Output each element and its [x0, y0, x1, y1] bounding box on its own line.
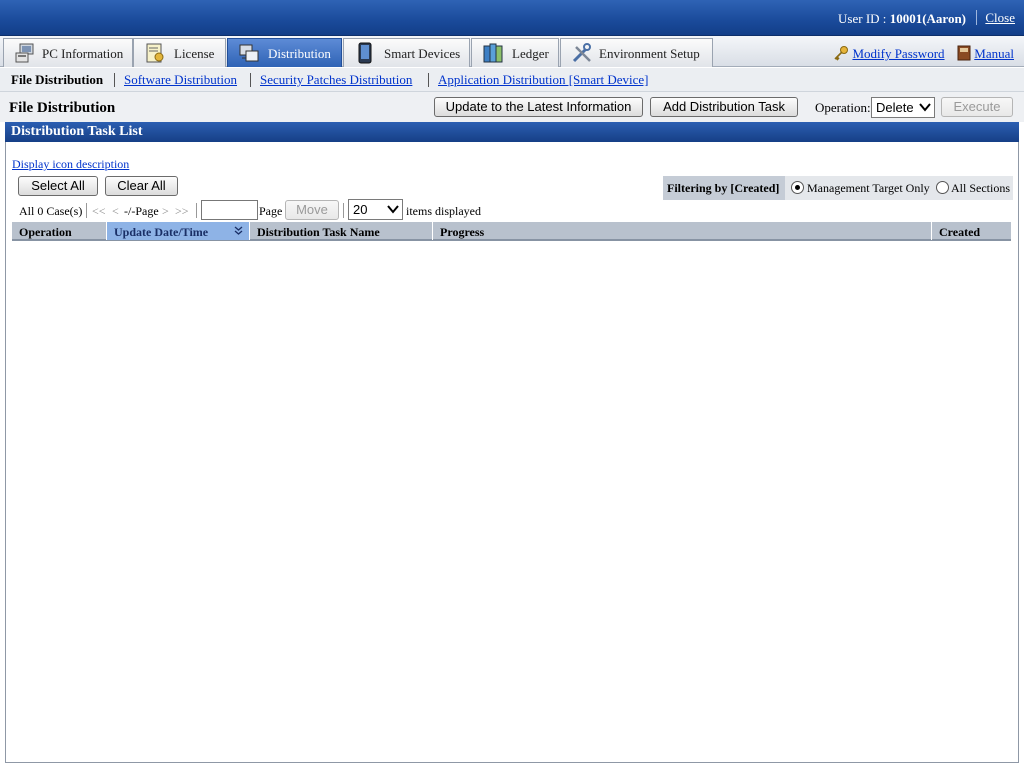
items-displayed-label: items displayed — [406, 204, 481, 218]
add-distribution-task-button[interactable]: Add Distribution Task — [650, 97, 798, 117]
license-icon — [146, 43, 164, 63]
filter-box: Filtering by [Created] Management Target… — [663, 176, 1013, 200]
pager-divider — [343, 203, 344, 218]
tab-label: Smart Devices — [384, 46, 461, 61]
items-per-page-value: 20 — [353, 202, 368, 217]
column-operation: Operation — [12, 222, 107, 240]
tab-environment-setup[interactable]: Environment Setup — [560, 38, 713, 67]
user-id: User ID : 10001(Aaron) — [838, 11, 966, 27]
manual-link[interactable]: Manual — [974, 46, 1014, 61]
pager-next[interactable]: > — [162, 204, 169, 219]
case-count: All 0 Case(s) — [19, 204, 83, 218]
close-link[interactable]: Close — [985, 10, 1015, 26]
operation-label: Operation: — [815, 100, 871, 115]
tab-label: Ledger — [512, 46, 549, 61]
utility-links: Modify Password Manual — [833, 45, 1014, 65]
column-distribution-task-name[interactable]: Distribution Task Name — [250, 222, 433, 240]
pager-divider — [196, 203, 197, 218]
page-title: File Distribution — [9, 100, 116, 116]
update-latest-button[interactable]: Update to the Latest Information — [434, 97, 643, 117]
pager-prev[interactable]: < — [112, 204, 119, 219]
tab-label: Distribution — [268, 46, 331, 61]
radio-all-sections[interactable] — [936, 181, 949, 194]
panel-title: Distribution Task List — [5, 122, 1019, 142]
tab-smart-devices[interactable]: Smart Devices — [343, 38, 470, 67]
pager-first[interactable]: << — [92, 204, 106, 219]
radio-management-target-only[interactable] — [791, 181, 804, 194]
sub-navigation: File Distribution Software Distribution … — [0, 68, 1024, 92]
subnav-file-distribution: File Distribution — [11, 72, 104, 87]
tab-distribution[interactable]: Distribution — [227, 38, 342, 67]
items-per-page-select[interactable]: 20 — [348, 199, 403, 220]
manual-book-icon — [957, 45, 971, 65]
tab-label: License — [174, 46, 215, 61]
subnav-software-distribution[interactable]: Software Distribution — [124, 72, 237, 88]
smartphone-icon — [358, 42, 372, 64]
tab-label: PC Information — [42, 46, 124, 61]
column-label: Update Date/Time — [114, 225, 209, 239]
page-label: Page — [259, 204, 283, 218]
subnav-divider — [428, 73, 429, 87]
chevron-down-icon — [387, 205, 399, 214]
column-update-date-time[interactable]: Update Date/Time — [107, 222, 250, 240]
tab-pc-information[interactable]: PC Information — [3, 38, 133, 67]
distribution-icon — [239, 44, 259, 62]
table-header: Operation Update Date/Time Distribution … — [12, 222, 1011, 241]
filter-label: Filtering by [Created] — [663, 176, 785, 200]
column-created[interactable]: Created — [932, 222, 1011, 240]
page-status: -/-Page — [124, 204, 159, 218]
execute-button[interactable]: Execute — [941, 97, 1013, 117]
radio-label-all-sections: All Sections — [951, 181, 1010, 195]
display-icon-description-link[interactable]: Display icon description — [12, 157, 129, 172]
operation-value: Delete — [876, 100, 914, 115]
ledger-icon — [483, 43, 503, 63]
pager-last[interactable]: >> — [175, 204, 189, 219]
pager-divider — [86, 203, 87, 218]
user-id-value: 10001(Aaron) — [889, 11, 966, 26]
subnav-divider — [250, 73, 251, 87]
pc-icon — [15, 43, 34, 63]
operation-select[interactable]: Delete — [871, 97, 935, 118]
tab-label: Environment Setup — [599, 46, 700, 61]
header-divider — [976, 10, 977, 25]
sort-descending-icon — [234, 226, 243, 235]
tab-ledger[interactable]: Ledger — [471, 38, 559, 67]
subnav-security-patches[interactable]: Security Patches Distribution — [260, 72, 412, 88]
top-header: User ID : 10001(Aaron) Close — [0, 0, 1024, 36]
tab-license[interactable]: License — [133, 38, 226, 67]
tools-icon — [572, 43, 591, 63]
user-id-label: User ID : — [838, 11, 887, 26]
page-number-input[interactable] — [201, 200, 258, 220]
column-progress: Progress — [433, 222, 932, 240]
clear-all-button[interactable]: Clear All — [105, 176, 178, 196]
move-button[interactable]: Move — [285, 200, 339, 220]
subnav-application-distribution[interactable]: Application Distribution [Smart Device] — [438, 72, 648, 88]
chevron-down-icon — [919, 103, 931, 112]
radio-label-management-target: Management Target Only — [807, 181, 930, 195]
key-icon — [833, 45, 849, 65]
modify-password-link[interactable]: Modify Password — [852, 46, 944, 61]
select-all-button[interactable]: Select All — [18, 176, 98, 196]
subnav-divider — [114, 73, 115, 87]
